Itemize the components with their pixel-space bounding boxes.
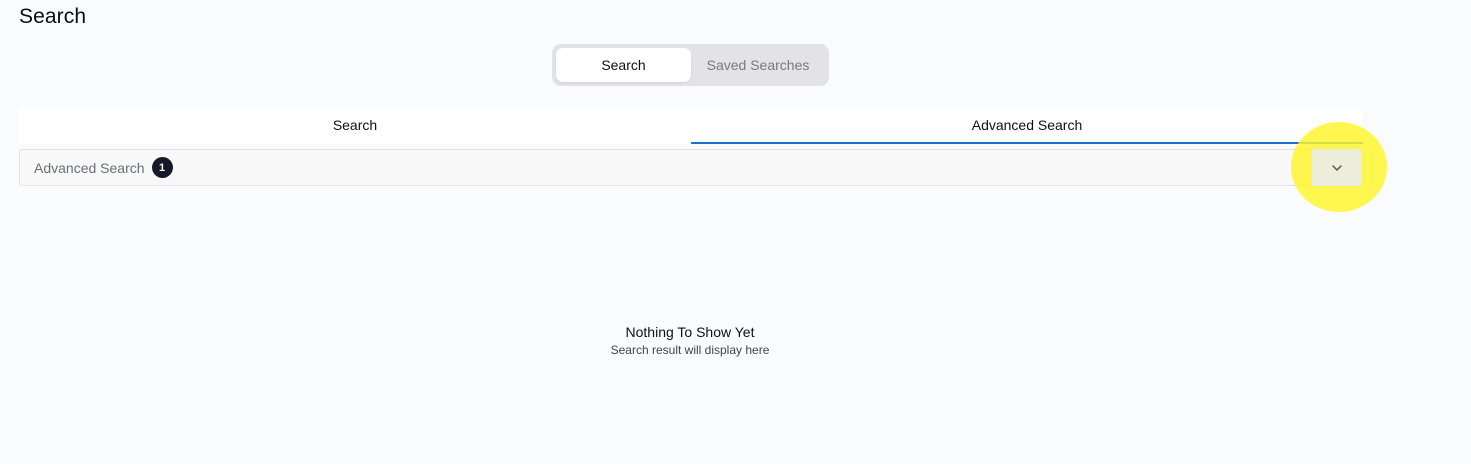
empty-state: Nothing To Show Yet Search result will d…: [490, 322, 890, 358]
tab-search[interactable]: Search: [19, 107, 691, 144]
chevron-down-icon: [1332, 164, 1342, 171]
filter-count-badge: 1: [151, 157, 173, 178]
mode-option-search[interactable]: Search: [556, 48, 691, 82]
empty-state-title: Nothing To Show Yet: [625, 324, 755, 340]
accordion-label: Advanced Search: [34, 159, 145, 176]
search-tabs: Search Advanced Search: [19, 107, 1363, 144]
empty-state-subtitle: Search result will display here: [610, 343, 770, 357]
accordion-expand-button[interactable]: [1312, 149, 1362, 186]
page-title: Search: [19, 5, 87, 28]
advanced-search-accordion[interactable]: Advanced Search 1: [19, 149, 1364, 186]
mode-toggle: Search Saved Searches: [552, 44, 829, 86]
mode-option-saved-searches[interactable]: Saved Searches: [691, 48, 825, 82]
tab-advanced-search[interactable]: Advanced Search: [691, 107, 1363, 144]
